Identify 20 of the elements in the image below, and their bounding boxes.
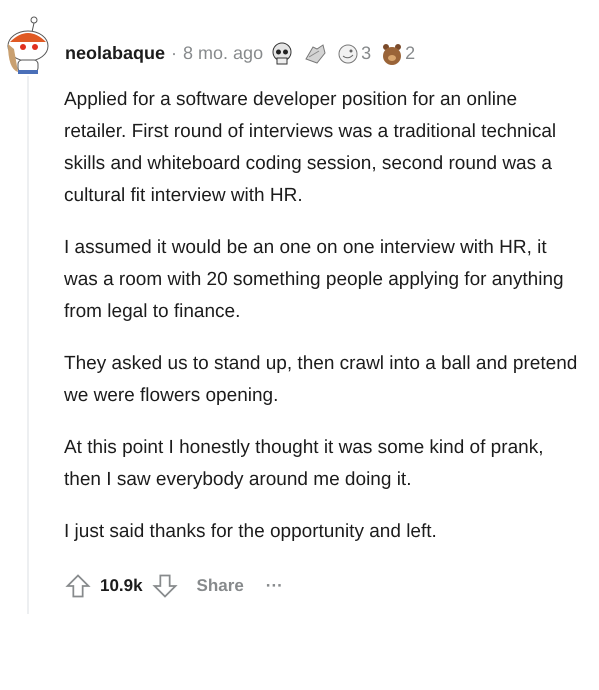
downvote-icon bbox=[150, 572, 179, 600]
downvote-button[interactable] bbox=[150, 572, 179, 600]
upvote-button[interactable] bbox=[64, 572, 92, 600]
award-count: 2 bbox=[405, 42, 416, 65]
comment-paragraph: Applied for a software developer position for an online retailer. First round of interviews was a traditional technical skills and whiteboard coding session, second round was a cultural fit interview with HR. bbox=[64, 88, 558, 208]
bear-icon bbox=[381, 42, 404, 66]
comment-paragraph: They asked us to stand up, then crawl into a ball and pretend we were flowers opening. bbox=[64, 352, 578, 408]
face-icon bbox=[337, 42, 360, 64]
comment-paragraph: At this point I honestly thought it was some kind of prank, then I saw everybody around me doing it. bbox=[64, 436, 544, 492]
comment-paragraph: I assumed it would be an one on one interview with HR, it was a room with 20 something people applying for anything from legal to finance. bbox=[64, 236, 565, 324]
username[interactable]: neolabaque bbox=[65, 40, 166, 67]
award-count: 3 bbox=[361, 42, 372, 65]
skull-icon bbox=[271, 42, 294, 66]
timestamp: 8 mo. ago bbox=[183, 42, 264, 65]
share-button[interactable]: Share bbox=[196, 573, 244, 599]
upvote-icon bbox=[64, 572, 92, 600]
separator: · bbox=[171, 42, 178, 65]
more-button[interactable]: ··· bbox=[266, 573, 283, 599]
vote-count: 10.9k bbox=[100, 575, 143, 598]
comment-paragraph: I just said thanks for the opportunity and left. bbox=[64, 520, 438, 544]
